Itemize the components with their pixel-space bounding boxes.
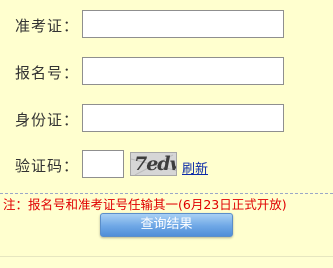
- notice-text: 注：报名号和准考证号任输其一(6月23日正式开放): [3, 197, 287, 212]
- registration-number-row: 报名号：: [0, 57, 333, 91]
- refresh-captcha-link[interactable]: 刷新: [182, 158, 208, 177]
- registration-number-input[interactable]: [82, 57, 284, 85]
- captcha-input[interactable]: [82, 150, 124, 178]
- id-card-label: 身份证：: [15, 111, 80, 129]
- exam-ticket-row: 准考证：: [0, 10, 333, 44]
- exam-ticket-label: 准考证：: [15, 17, 80, 35]
- submit-button[interactable]: 查询结果: [100, 213, 233, 237]
- exam-ticket-input[interactable]: [82, 10, 284, 38]
- registration-number-label: 报名号：: [15, 64, 80, 82]
- bottom-divider: [0, 256, 333, 268]
- captcha-row: 验证码： 7edw 刷新: [0, 150, 333, 184]
- id-card-input[interactable]: [82, 104, 284, 132]
- id-card-row: 身份证：: [0, 104, 333, 138]
- captcha-label: 验证码：: [15, 157, 80, 175]
- captcha-image[interactable]: 7edw: [130, 152, 177, 176]
- captcha-text: 7edw: [134, 153, 176, 175]
